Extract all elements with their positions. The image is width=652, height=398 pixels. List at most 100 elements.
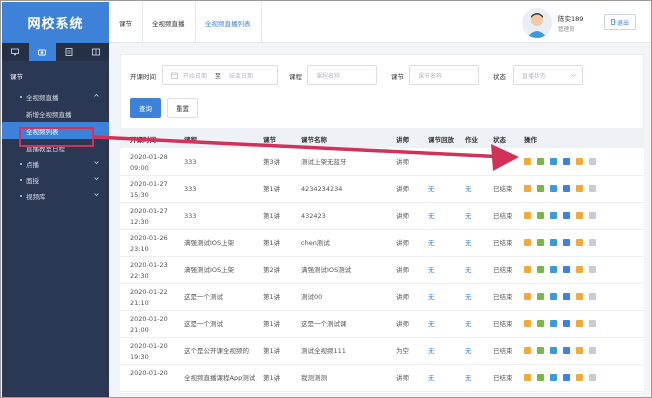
monitor-icon[interactable] bbox=[2, 43, 29, 61]
add-icon[interactable] bbox=[563, 212, 570, 219]
delete-icon[interactable] bbox=[589, 320, 596, 327]
table-row: 2020-01-22 21:10 这是一个测试 第1讲 测试00 讲师 无 无 已结束 bbox=[120, 284, 644, 311]
cell-replay[interactable]: 无 bbox=[428, 319, 435, 330]
cloud-upload-icon[interactable] bbox=[550, 266, 557, 273]
delete-icon[interactable] bbox=[589, 293, 596, 300]
add-icon[interactable] bbox=[563, 239, 570, 246]
logout-button[interactable]: 退出 bbox=[604, 14, 637, 30]
cell-replay[interactable]: 无 bbox=[428, 238, 435, 249]
course-name-input[interactable]: 课程名称 bbox=[307, 65, 377, 85]
cell-teacher: 讲师 bbox=[396, 212, 409, 220]
cell-homework[interactable]: 无 bbox=[465, 211, 472, 222]
add-icon[interactable] bbox=[563, 185, 570, 192]
cell-replay[interactable]: 无 bbox=[428, 184, 435, 195]
chevron-down-icon bbox=[94, 177, 99, 181]
sidebar-group-live[interactable]: 全视频直播 bbox=[2, 89, 109, 105]
add-icon[interactable] bbox=[563, 158, 570, 165]
upload-icon[interactable] bbox=[524, 320, 531, 327]
list-icon[interactable] bbox=[576, 266, 583, 273]
cloud-upload-icon[interactable] bbox=[550, 239, 557, 246]
edit-icon[interactable] bbox=[537, 347, 544, 354]
cloud-upload-icon[interactable] bbox=[550, 320, 557, 327]
upload-icon[interactable] bbox=[524, 158, 531, 165]
cell-replay[interactable]: 无 bbox=[428, 211, 435, 222]
delete-icon[interactable] bbox=[589, 374, 596, 381]
edit-icon[interactable] bbox=[537, 212, 544, 219]
query-button[interactable]: 查询 bbox=[130, 98, 161, 118]
delete-icon[interactable] bbox=[589, 347, 596, 354]
add-icon[interactable] bbox=[563, 347, 570, 354]
cell-homework[interactable]: 无 bbox=[465, 319, 472, 330]
delete-icon[interactable] bbox=[589, 158, 596, 165]
cell-homework[interactable]: 无 bbox=[465, 184, 472, 195]
cell-replay[interactable]: 无 bbox=[428, 292, 435, 303]
cell-lesson: 第1讲 bbox=[263, 320, 281, 328]
cell-homework[interactable]: 无 bbox=[465, 265, 472, 276]
avatar[interactable] bbox=[522, 8, 552, 38]
cell-homework[interactable]: 无 bbox=[465, 292, 472, 303]
status-select[interactable]: 直播状态 bbox=[513, 65, 583, 85]
edit-icon[interactable] bbox=[537, 293, 544, 300]
upload-icon[interactable] bbox=[524, 266, 531, 273]
list-icon[interactable] bbox=[576, 185, 583, 192]
reset-button[interactable]: 重置 bbox=[167, 98, 198, 118]
cell-replay[interactable]: 无 bbox=[428, 346, 435, 357]
upload-icon[interactable] bbox=[524, 374, 531, 381]
list-icon[interactable] bbox=[576, 374, 583, 381]
cloud-upload-icon[interactable] bbox=[550, 347, 557, 354]
sidebar-item-new-live[interactable]: 新增全视频直播 bbox=[2, 105, 109, 122]
cloud-upload-icon[interactable] bbox=[550, 185, 557, 192]
upload-icon[interactable] bbox=[524, 239, 531, 246]
add-icon[interactable] bbox=[563, 320, 570, 327]
upload-icon[interactable] bbox=[524, 293, 531, 300]
cell-replay[interactable]: 无 bbox=[428, 373, 435, 384]
note-icon[interactable] bbox=[56, 43, 83, 61]
edit-icon[interactable] bbox=[537, 239, 544, 246]
cell-course: 这是一个测试 bbox=[184, 293, 223, 301]
add-icon[interactable] bbox=[563, 374, 570, 381]
cell-course: 满强测试IOS上架 bbox=[184, 239, 235, 247]
cell-homework[interactable]: 无 bbox=[465, 373, 472, 384]
cloud-upload-icon[interactable] bbox=[550, 212, 557, 219]
edit-icon[interactable] bbox=[537, 185, 544, 192]
cloud-upload-icon[interactable] bbox=[550, 158, 557, 165]
upload-icon[interactable] bbox=[524, 347, 531, 354]
add-icon[interactable] bbox=[563, 266, 570, 273]
tab-lesson[interactable]: 课节 bbox=[109, 2, 143, 43]
list-icon[interactable] bbox=[576, 320, 583, 327]
add-icon[interactable] bbox=[563, 293, 570, 300]
cell-replay[interactable]: 无 bbox=[428, 265, 435, 276]
list-icon[interactable] bbox=[576, 293, 583, 300]
upload-icon[interactable] bbox=[524, 185, 531, 192]
list-icon[interactable] bbox=[576, 212, 583, 219]
sidebar-group-vod[interactable]: 点播 bbox=[2, 156, 109, 172]
list-icon[interactable] bbox=[576, 158, 583, 165]
tab-live[interactable]: 全视频直播 bbox=[142, 2, 196, 43]
cell-homework[interactable]: 无 bbox=[465, 346, 472, 357]
cloud-upload-icon[interactable] bbox=[550, 293, 557, 300]
date-range-input[interactable]: 开始日期 至 结束日期 bbox=[162, 65, 278, 85]
sidebar-group-offline[interactable]: 面授 bbox=[2, 172, 109, 188]
table-row: 2020-01-27 12:30 333 第1讲 432423 讲师 无 无 已结束 bbox=[120, 203, 644, 230]
upload-icon[interactable] bbox=[524, 212, 531, 219]
list-icon[interactable] bbox=[576, 347, 583, 354]
edit-icon[interactable] bbox=[537, 266, 544, 273]
delete-icon[interactable] bbox=[589, 212, 596, 219]
tab-live-list[interactable]: 全视频直播列表 bbox=[195, 2, 262, 43]
cell-lesson: 第3讲 bbox=[263, 158, 281, 166]
edit-icon[interactable] bbox=[537, 158, 544, 165]
delete-icon[interactable] bbox=[589, 239, 596, 246]
library-icon[interactable] bbox=[82, 43, 109, 61]
sidebar-group-video-library[interactable]: 视频库 bbox=[2, 188, 109, 204]
table-row: 2020-01-20 全视频直播课程App测试 第1讲 我测测测 讲师 无 无 已结束 bbox=[120, 365, 644, 392]
edit-icon[interactable] bbox=[537, 374, 544, 381]
cell-homework[interactable]: 无 bbox=[465, 238, 472, 249]
camera-icon[interactable] bbox=[28, 43, 56, 61]
edit-icon[interactable] bbox=[537, 320, 544, 327]
delete-icon[interactable] bbox=[589, 185, 596, 192]
list-icon[interactable] bbox=[576, 239, 583, 246]
cloud-upload-icon[interactable] bbox=[550, 374, 557, 381]
lesson-name-input[interactable]: 课节名称 bbox=[409, 65, 479, 85]
delete-icon[interactable] bbox=[589, 266, 596, 273]
filter-course-label: 课程 bbox=[289, 73, 302, 81]
